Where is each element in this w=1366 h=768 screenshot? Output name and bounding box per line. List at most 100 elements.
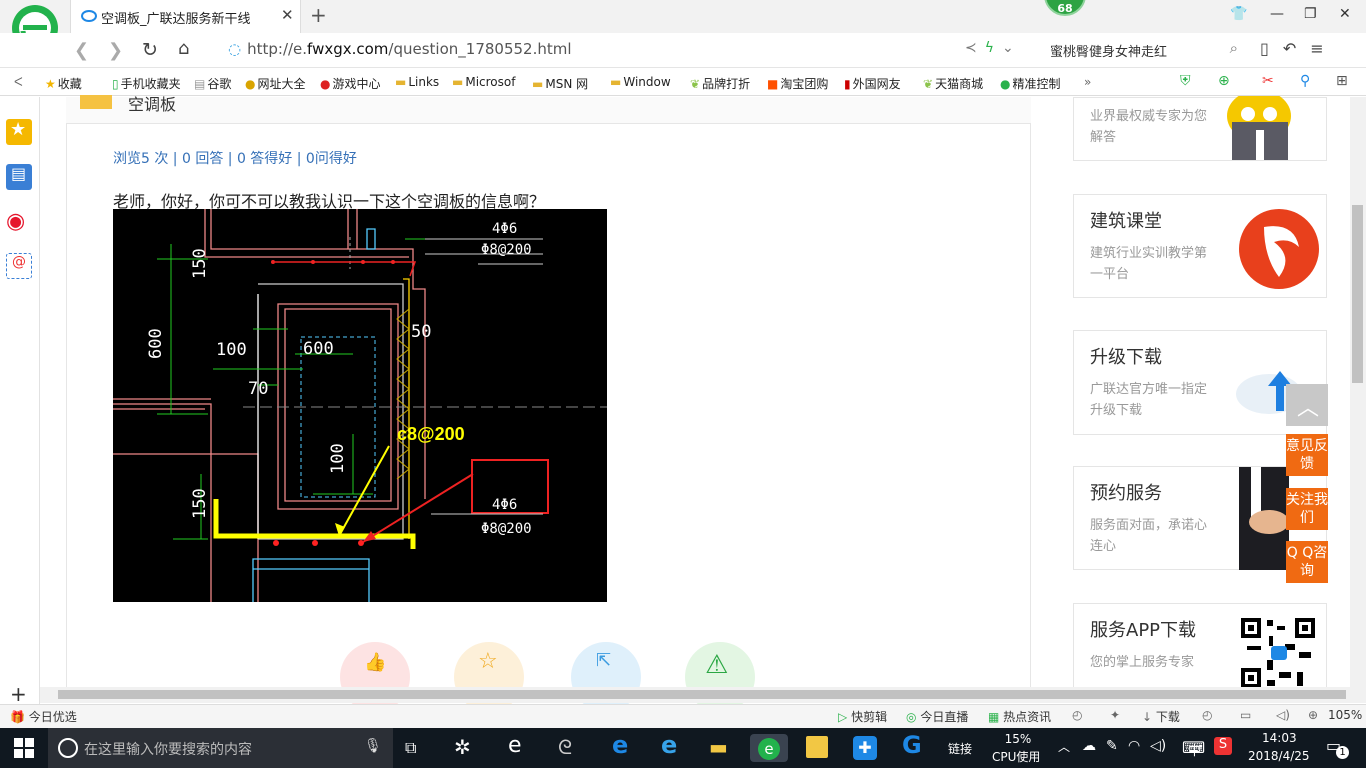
bookmark-4[interactable]: ● 游戏中心 (320, 75, 381, 92)
shirt-skin-icon[interactable]: 👕 (1230, 6, 1247, 22)
url-actions[interactable]: ≺ϟ⌄ (965, 40, 1022, 56)
cloud-tray-icon[interactable]: ☁ (1082, 738, 1096, 754)
download-status[interactable]: ↓ 下载 (1142, 708, 1180, 725)
app-download-card[interactable]: 服务APP下载 您的掌上服务专家 (1073, 603, 1327, 693)
edge-app-icon[interactable]: e (606, 731, 636, 762)
browser-tools[interactable]: ▯↶≡ (1260, 39, 1338, 58)
windows-start-icon[interactable] (14, 738, 34, 758)
favorites-icon[interactable]: ★ (6, 119, 32, 145)
game-icon: ● (320, 77, 331, 91)
new-tab-button[interactable]: + (310, 3, 327, 27)
ie-app-icon[interactable]: e (655, 731, 685, 762)
notes-app-icon[interactable] (802, 734, 832, 762)
bookmark-5[interactable]: ▬ Links (395, 75, 439, 89)
status-item-news[interactable]: ▦ 热点资讯 (988, 708, 1051, 725)
cad-drawing-image[interactable]: 4Φ6 Φ8@200 100 600 50 70 4Φ6 Φ8@200 150 … (113, 209, 607, 602)
url-field[interactable]: ◌ http://e.fwxgx.com/question_1780552.htm… (228, 40, 572, 58)
zoom-level[interactable]: 105% (1328, 708, 1362, 722)
follow-us-button[interactable]: 关注我们 (1286, 488, 1328, 530)
vertical-scroll-thumb[interactable] (1352, 205, 1363, 383)
collapse-sidebar-icon[interactable]: ᐸ (14, 75, 23, 89)
wifi-icon[interactable]: ◠ (1128, 738, 1140, 754)
back-button[interactable]: ❮ (74, 40, 89, 61)
weibo-icon[interactable]: ◉ (6, 209, 32, 235)
search-icon[interactable]: ⌕ (1230, 39, 1238, 57)
mail-icon[interactable]: @ (6, 253, 32, 279)
task-view-icon[interactable]: ⧉ (405, 738, 416, 758)
reload-button[interactable]: ↻ (142, 39, 158, 61)
volume-icon[interactable]: ◁) (1276, 708, 1290, 722)
sogou-ime-icon[interactable]: S (1214, 737, 1232, 755)
bookmark-8[interactable]: ▬ Window (610, 75, 671, 89)
close-window-button[interactable]: ✕ (1339, 6, 1351, 22)
restore-button[interactable]: ❐ (1304, 6, 1317, 22)
card-desc: 业界最权威专家为您解答 (1090, 109, 1208, 145)
bookmark-1[interactable]: ▯ 手机收藏夹 (112, 75, 181, 92)
status-item-live[interactable]: ◎ 今日直播 (906, 708, 968, 725)
back-to-top-button[interactable]: ︿ (1286, 384, 1328, 426)
window-icon[interactable]: ▭ (1240, 708, 1251, 722)
bookmark-12[interactable]: ❦ 天猫商城 (923, 75, 983, 92)
shield-icon[interactable]: ⛨ (1180, 73, 1191, 89)
share-icon[interactable]: ≺ (965, 40, 985, 56)
qq-consult-button[interactable]: Q Q咨询 (1286, 541, 1328, 583)
minimize-button[interactable]: — (1270, 6, 1284, 22)
chevron-down-icon[interactable]: ⌄ (1002, 40, 1022, 56)
forward-button[interactable]: ❯ (108, 40, 123, 61)
bookmark-11[interactable]: ▮ 外国网友 (844, 75, 901, 92)
clock-date[interactable]: 2018/4/25 (1248, 749, 1310, 763)
links-toolbar[interactable]: 链接 (948, 740, 972, 757)
active-browser-app-icon[interactable]: e (750, 734, 788, 762)
bookmark-0[interactable]: ★ 收藏 (45, 75, 82, 92)
spiral-app-icon[interactable]: ᘓ (553, 734, 583, 762)
scissors-icon[interactable]: ✂ (1262, 73, 1274, 89)
secure-icon: ◌ (228, 40, 242, 58)
bookmark-6[interactable]: ▬ Microsof (452, 75, 515, 89)
bookmark-10[interactable]: ■ 淘宝团购 (767, 75, 828, 92)
volume-tray-icon[interactable]: ◁) (1150, 738, 1166, 754)
daily-picks[interactable]: 🎁 今日优选 (10, 708, 77, 725)
lightning-icon[interactable]: ϟ (985, 40, 1002, 56)
pinwheel-app-icon[interactable]: ✲ (450, 734, 480, 762)
feedback-button[interactable]: 意见反馈 (1286, 434, 1328, 476)
pin-icon[interactable]: ✦ (1110, 708, 1120, 722)
status-item-clip[interactable]: ▷ 快剪辑 (838, 708, 887, 725)
file-explorer-icon[interactable]: ▬ (705, 734, 735, 762)
zoom-icon[interactable]: ⊕ (1308, 708, 1318, 722)
close-tab-icon[interactable]: ✕ (281, 6, 294, 24)
rebar-bot-a-label: 4Φ6 (492, 497, 517, 513)
ime-indicator[interactable]: 中 (1188, 740, 1201, 759)
menu-icon[interactable]: ≡ (1310, 39, 1337, 58)
more-bookmarks-icon[interactable]: » (1084, 75, 1091, 89)
g-app-icon[interactable]: G (897, 731, 927, 762)
bookmark-7[interactable]: ▬ MSN 网 (532, 75, 588, 92)
add-sidebar-icon[interactable]: + (10, 682, 27, 706)
browser-e-app-icon[interactable]: e (503, 733, 533, 762)
search-input[interactable]: 蜜桃臀健身女神走红 ⌕ (1042, 36, 1242, 64)
question-stats[interactable]: 浏览5 次 | 0 回答 | 0 答得好 | 0问得好 (113, 148, 357, 168)
browser-tab[interactable]: 空调板_广联达服务新干线 ✕ (70, 0, 301, 33)
undo-icon[interactable]: ↶ (1283, 39, 1310, 58)
translate-icon[interactable]: ⊕ (1218, 73, 1230, 89)
search-tool-icon[interactable]: ⚲ (1300, 73, 1310, 89)
course-card[interactable]: 建筑课堂 建筑行业实训教学第一平台 (1073, 194, 1327, 298)
clean-icon[interactable]: ◴ (1202, 708, 1212, 722)
home-button[interactable]: ⌂ (178, 38, 189, 59)
card-desc: 您的掌上服务专家 (1090, 655, 1195, 670)
grid-icon[interactable]: ⊞ (1336, 73, 1348, 89)
bookmark-3[interactable]: ● 网址大全 (245, 75, 306, 92)
bookmark-2[interactable]: ▤ 谷歌 (194, 75, 231, 92)
clock-time[interactable]: 14:03 (1262, 731, 1297, 745)
remote-app-icon[interactable]: ✚ (850, 734, 880, 762)
bookmark-9[interactable]: ❦ 品牌打折 (690, 75, 750, 92)
reading-list-icon[interactable]: ▤ (6, 164, 32, 190)
phone-icon[interactable]: ▯ (1260, 39, 1283, 58)
bookmark-13[interactable]: ● 精准控制 (1000, 75, 1061, 92)
vertical-scrollbar[interactable] (1350, 97, 1366, 687)
speed-icon[interactable]: ◴ (1072, 708, 1082, 722)
horizontal-scroll-thumb[interactable] (58, 690, 1346, 699)
taskbar-search-input[interactable]: 在这里输入你要搜索的内容 🎙 (48, 728, 393, 768)
expert-card[interactable]: 业界最权威专家为您解答 (1073, 96, 1327, 161)
pen-tray-icon[interactable]: ✎ (1106, 738, 1118, 754)
tray-expand-icon[interactable]: ︿ (1058, 738, 1070, 755)
